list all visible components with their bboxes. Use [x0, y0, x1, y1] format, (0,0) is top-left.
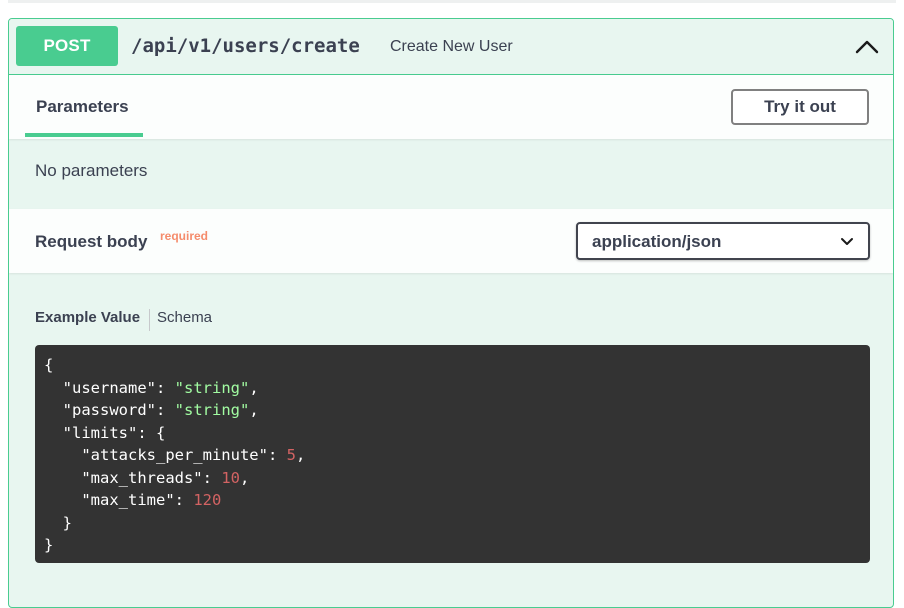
operation-description: Create New User [390, 38, 513, 55]
code-token: } [44, 536, 54, 554]
code-line: "limits": { [44, 422, 870, 445]
operation-block-post: POST /api/v1/users/create Create New Use… [8, 18, 894, 608]
code-token: : [174, 491, 194, 509]
content-type-select[interactable]: application/json [576, 222, 870, 260]
code-token: "string" [174, 378, 250, 397]
no-parameters-text: No parameters [35, 161, 148, 180]
required-badge: required [160, 229, 209, 243]
tab-parameters-label: Parameters [36, 97, 129, 116]
code-token: "limits" [62, 423, 138, 442]
code-token: 5 [286, 446, 296, 464]
code-token: : [267, 446, 287, 464]
method-badge: POST [16, 26, 118, 66]
top-divider [8, 0, 896, 3]
request-body-header: Request body required application/json [9, 209, 893, 273]
try-it-out-button[interactable]: Try it out [731, 89, 869, 125]
code-line: "password": "string", [44, 399, 870, 422]
code-token: , [295, 446, 306, 464]
code-line: "attacks_per_minute": 5, [44, 444, 870, 467]
code-token: : [156, 401, 175, 419]
code-token: "string" [174, 401, 250, 419]
tab-divider [149, 309, 150, 331]
code-token: : [156, 378, 175, 397]
code-token: "username" [62, 378, 156, 397]
code-token: , [240, 468, 250, 487]
code-token: { [44, 356, 54, 374]
active-tab-indicator [25, 133, 143, 137]
endpoint-path: /api/v1/users/create [131, 35, 360, 57]
example-code-block[interactable]: { "username": "string", "password": "str… [35, 345, 870, 563]
code-token: } [44, 513, 72, 532]
request-body-title: Request body [35, 232, 148, 251]
code-token: "attacks_per_minute" [81, 446, 268, 464]
code-line: { [44, 354, 870, 377]
code-token: : [202, 468, 222, 487]
chevron-down-icon [840, 235, 854, 247]
content-type-value: application/json [592, 232, 722, 251]
code-line: "max_time": 120 [44, 489, 870, 512]
code-line: } [44, 534, 870, 557]
tab-schema[interactable]: Schema [157, 309, 212, 326]
code-token: : { [137, 423, 166, 442]
tab-example-value[interactable]: Example Value [35, 309, 140, 326]
parameters-header: Parameters Try it out [9, 75, 893, 139]
chevron-up-icon[interactable] [853, 33, 881, 59]
code-token: "max_threads" [81, 468, 203, 487]
operation-summary[interactable]: POST /api/v1/users/create Create New Use… [9, 19, 893, 75]
code-line: "max_threads": 10, [44, 467, 870, 490]
code-token: , [249, 378, 259, 397]
code-token: , [249, 401, 259, 419]
code-line: "username": "string", [44, 377, 870, 400]
code-token: 10 [221, 468, 240, 487]
code-token: 120 [193, 491, 222, 509]
code-token: "max_time" [81, 491, 175, 509]
code-token: "password" [62, 401, 156, 419]
code-line: } [44, 512, 870, 535]
tab-parameters[interactable]: Parameters [25, 75, 143, 139]
